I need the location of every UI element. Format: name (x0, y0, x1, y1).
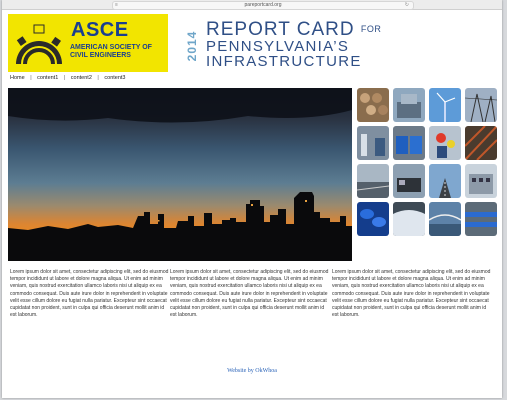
thumb-hard-hat-workers[interactable] (429, 126, 461, 160)
browser-window: ≡ pareportcard.org ↻ ASCE AMERICAN SOCIE… (2, 0, 502, 398)
thumb-steel-structure[interactable] (465, 126, 497, 160)
browser-toolbar: ≡ pareportcard.org ↻ (2, 0, 502, 10)
report-subtitle-line1: PENNSYLVANIA’S (206, 38, 350, 55)
hero-skyline-image (8, 88, 352, 261)
thumb-blue-barrels[interactable] (357, 202, 389, 236)
thumb-blue-pipes[interactable] (465, 202, 497, 236)
thumb-locomotive[interactable] (393, 164, 425, 198)
content-column-1: Lorem ipsum dolor sit amet, consectetur … (10, 269, 169, 319)
main-nav: Home | content1 | content2 | content3 (10, 74, 126, 82)
thumb-road-highway[interactable] (429, 164, 461, 198)
thumb-power-lines[interactable] (465, 88, 497, 122)
nav-item-home[interactable]: Home (10, 74, 25, 82)
thumb-river-bridge[interactable] (429, 202, 461, 236)
report-title-suffix: FOR (360, 24, 382, 34)
reload-icon[interactable]: ↻ (405, 2, 409, 9)
thumb-rail-yard[interactable] (357, 164, 389, 198)
thumb-bridge-lift[interactable] (357, 126, 389, 160)
thumb-water-treatment-tank[interactable] (393, 88, 425, 122)
logo-acronym: ASCE (71, 19, 129, 41)
footer-credit-link[interactable]: Website by OkWhoa (2, 368, 502, 374)
report-title-main: REPORT CARD (206, 19, 355, 40)
thumb-stacked-pipes[interactable] (357, 88, 389, 122)
address-text: pareportcard.org (244, 2, 282, 8)
asce-logo[interactable]: ASCE AMERICAN SOCIETY OF CIVIL ENGINEERS (8, 14, 168, 72)
asce-arch-logo-icon (16, 24, 62, 65)
content-column-3: Lorem ipsum dolor sit amet, consectetur … (332, 269, 491, 319)
thumbnail-grid (357, 88, 497, 238)
nav-item-content2[interactable]: content2 (71, 74, 92, 82)
nav-item-content3[interactable]: content3 (104, 74, 125, 82)
report-title: REPORT CARD FOR (206, 20, 381, 39)
logo-org-name: AMERICAN SOCIETY OF CIVIL ENGINEERS (70, 44, 152, 59)
nav-separator: | (30, 75, 32, 81)
nav-separator: | (63, 75, 66, 81)
content-column-2: Lorem ipsum dolor sit amet, consectetur … (170, 269, 329, 319)
report-subtitle-line2: INFRASTRUCTURE (206, 53, 362, 70)
address-bar[interactable]: ≡ pareportcard.org ↻ (112, 1, 414, 10)
thumb-school-building[interactable] (465, 164, 497, 198)
nav-separator: | (97, 75, 99, 81)
nav-item-content1[interactable]: content1 (37, 74, 58, 82)
thumb-dam-spillway[interactable] (393, 202, 425, 236)
thumb-blue-generators[interactable] (393, 126, 425, 160)
thumb-wind-turbine[interactable] (429, 88, 461, 122)
report-year: 2014 (185, 30, 199, 62)
reader-icon[interactable]: ≡ (115, 2, 118, 9)
